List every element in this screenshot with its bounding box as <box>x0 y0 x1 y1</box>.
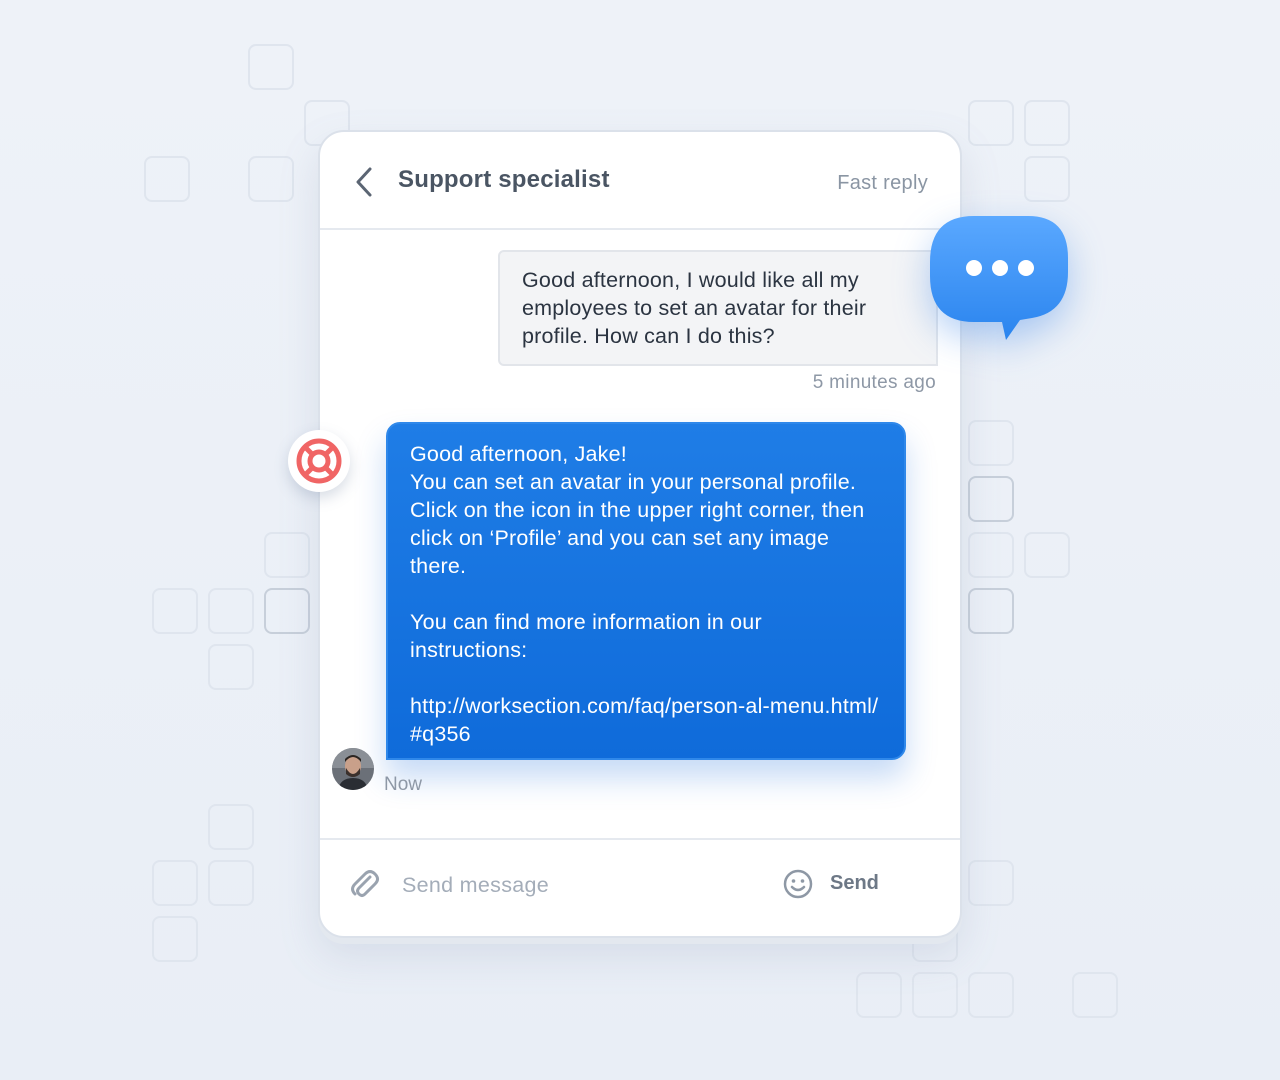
smiley-icon <box>783 869 813 899</box>
bg-square <box>264 532 310 578</box>
bg-square <box>152 916 198 962</box>
bg-square <box>208 804 254 850</box>
emoji-button[interactable] <box>782 868 814 900</box>
user-avatar-icon <box>332 748 374 790</box>
bg-square <box>968 476 1014 522</box>
paperclip-icon <box>351 870 379 897</box>
bg-square <box>968 100 1014 146</box>
chevron-left-icon <box>356 167 372 197</box>
bg-square <box>968 588 1014 634</box>
send-button[interactable]: Send <box>830 872 879 895</box>
instructions-link[interactable]: http://worksection.com/faq/person-al-men… <box>410 692 882 748</box>
bg-square <box>208 644 254 690</box>
bg-square <box>912 972 958 1018</box>
bg-square <box>264 588 310 634</box>
message-more-info: You can find more information in our ins… <box>410 610 762 662</box>
bg-square <box>1024 100 1070 146</box>
chat-window: Support specialist Fast reply Good after… <box>318 130 962 938</box>
bg-square <box>856 972 902 1018</box>
support-badge <box>288 430 350 492</box>
chat-header: Support specialist Fast reply <box>320 132 960 230</box>
outgoing-message: Good afternoon, Jake! You can set an ava… <box>386 422 906 760</box>
fast-reply-button[interactable]: Fast reply <box>837 172 928 195</box>
bg-square <box>1024 532 1070 578</box>
page-title: Support specialist <box>398 166 610 193</box>
bg-square <box>1072 972 1118 1018</box>
outgoing-message-time: Now <box>384 774 423 795</box>
incoming-message-time: 5 minutes ago <box>812 372 936 393</box>
bg-square <box>968 972 1014 1018</box>
bg-square <box>968 420 1014 466</box>
bg-square <box>152 860 198 906</box>
lifebuoy-icon <box>296 438 342 484</box>
bg-square <box>248 156 294 202</box>
message-input[interactable] <box>400 864 764 906</box>
bg-square <box>1024 156 1070 202</box>
message-body: You can set an avatar in your personal p… <box>410 470 865 578</box>
back-button[interactable] <box>350 164 380 200</box>
attach-button[interactable] <box>348 868 382 902</box>
bg-square <box>144 156 190 202</box>
bg-square <box>152 588 198 634</box>
avatar <box>332 748 374 790</box>
typing-indicator <box>924 212 1074 352</box>
bg-square <box>968 532 1014 578</box>
bg-square <box>208 588 254 634</box>
typing-bubble-icon <box>930 216 1068 340</box>
bg-square <box>248 44 294 90</box>
message-composer: Send <box>320 838 960 936</box>
bg-square <box>968 860 1014 906</box>
incoming-message: Good afternoon, I would like all my empl… <box>498 250 938 366</box>
bg-square <box>208 860 254 906</box>
message-greeting: Good afternoon, Jake! <box>410 442 627 466</box>
